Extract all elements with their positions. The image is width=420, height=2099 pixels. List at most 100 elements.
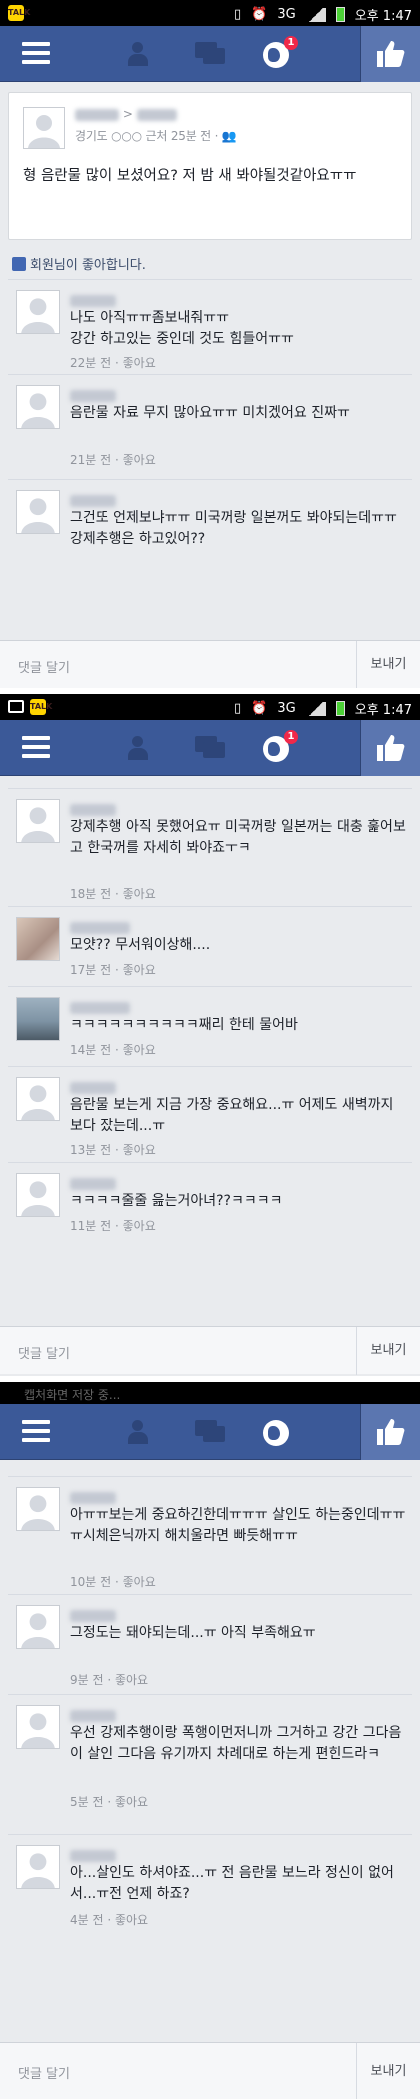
commenter-avatar[interactable] bbox=[16, 1605, 60, 1649]
menu-icon[interactable] bbox=[22, 736, 50, 758]
status-bar: TALK ▯ ⏰ 3G 오후 1:47 bbox=[0, 694, 420, 720]
notifications-globe-icon[interactable] bbox=[263, 1420, 289, 1446]
comment-item: 나도 아직ㅠㅠ좀보내줘ㅠㅠ 강간 하고있는 중인데 것도 힘들어ㅠㅠ 22분 전… bbox=[8, 279, 412, 374]
commenter-avatar[interactable] bbox=[16, 1487, 60, 1531]
network-label: 3G bbox=[277, 701, 296, 716]
comment-time[interactable]: 21분 전 · 좋아요 bbox=[70, 451, 156, 468]
friend-requests-icon[interactable] bbox=[128, 42, 160, 66]
comment-time[interactable]: 18분 전 · 좋아요 bbox=[70, 885, 156, 902]
send-button[interactable]: 보내기 bbox=[356, 1327, 420, 1375]
comment-composer: 댓글 달기 보내기 bbox=[0, 2042, 420, 2099]
messages-icon[interactable] bbox=[195, 1420, 227, 1444]
send-button[interactable]: 보내기 bbox=[356, 2043, 420, 2099]
commenter-name[interactable] bbox=[70, 290, 116, 307]
screenshot-2: TALK ▯ ⏰ 3G 오후 1:47 1 강제추행 아직 못했어요ㅠ 미국꺼랑… bbox=[0, 694, 420, 1376]
comment-item: ㅋㅋㅋㅋㅋㅋㅋㅋㅋㅋ째리 한테 물어바 14분 전 · 좋아요 bbox=[8, 986, 412, 1066]
kakaotalk-icon: TALK bbox=[8, 5, 30, 21]
commenter-name[interactable] bbox=[70, 1173, 116, 1190]
status-bar: TALK ▯ ⏰ 3G 오후 1:47 bbox=[0, 0, 420, 26]
commenter-avatar[interactable] bbox=[16, 997, 60, 1041]
post-meta: 경기도 ○○○ 근처 25분 전 · 👥 bbox=[75, 129, 237, 143]
comment-time[interactable]: 4분 전 · 좋아요 bbox=[70, 1911, 148, 1928]
alarm-icon: ⏰ bbox=[251, 7, 268, 22]
audience-icon: 👥 bbox=[221, 129, 237, 143]
likes-summary[interactable]: 회원님이 좋아합니다. bbox=[0, 240, 420, 279]
signal-icon bbox=[305, 7, 326, 22]
comment-text: 나도 아직ㅠㅠ좀보내줘ㅠㅠ 강간 하고있는 중인데 것도 힘들어ㅠㅠ bbox=[70, 310, 294, 347]
commenter-avatar[interactable] bbox=[16, 490, 60, 534]
comment-time[interactable]: 10분 전 · 좋아요 bbox=[70, 1573, 156, 1590]
commenter-avatar[interactable] bbox=[16, 385, 60, 429]
friend-requests-icon[interactable] bbox=[128, 1420, 160, 1444]
battery-icon bbox=[335, 701, 345, 716]
commenter-avatar[interactable] bbox=[16, 1705, 60, 1749]
comment-input[interactable]: 댓글 달기 bbox=[18, 1343, 70, 1362]
comment-time[interactable]: 5분 전 · 좋아요 bbox=[70, 1793, 148, 1810]
like-button[interactable] bbox=[360, 1404, 420, 1460]
comment-item: 아...살인도 하셔야죠...ㅠ 전 음란물 보느라 정신이 없어서...ㅠ전 … bbox=[8, 1834, 412, 1944]
commenter-name[interactable] bbox=[70, 1077, 116, 1094]
messages-icon[interactable] bbox=[195, 736, 227, 760]
commenter-name[interactable] bbox=[70, 490, 116, 507]
comment-time[interactable]: 22분 전 · 좋아요 bbox=[70, 354, 156, 371]
like-button[interactable] bbox=[360, 26, 420, 82]
clock: 오후 1:47 bbox=[354, 9, 412, 24]
comment-item: 강제추행 아직 못했어요ㅠ 미국꺼랑 일본꺼는 대충 훑어보고 한국꺼를 자세히… bbox=[8, 788, 412, 906]
commenter-name[interactable] bbox=[70, 385, 116, 402]
commenter-avatar[interactable] bbox=[16, 799, 60, 843]
commenter-name[interactable] bbox=[70, 1605, 116, 1622]
image-notification-icon bbox=[8, 700, 24, 713]
send-button[interactable]: 보내기 bbox=[356, 641, 420, 688]
like-button[interactable] bbox=[360, 720, 420, 776]
comment-time[interactable]: 17분 전 · 좋아요 bbox=[70, 961, 156, 978]
facebook-navbar: 1 bbox=[0, 720, 420, 776]
commenter-name[interactable] bbox=[70, 799, 116, 816]
comment-input[interactable]: 댓글 달기 bbox=[18, 2063, 70, 2082]
comment-time[interactable]: 11분 전 · 좋아요 bbox=[70, 1217, 156, 1234]
capture-notification: 캡처화면 저장 중... bbox=[0, 1382, 420, 1404]
commenter-name[interactable] bbox=[70, 1705, 116, 1722]
author-avatar[interactable] bbox=[23, 107, 65, 149]
comment-input[interactable]: 댓글 달기 bbox=[18, 657, 70, 676]
commenter-name[interactable] bbox=[70, 917, 130, 934]
commenter-avatar[interactable] bbox=[16, 917, 60, 961]
vibrate-icon: ▯ bbox=[234, 701, 242, 716]
comment-item: 그정도는 돼야되는데...ㅠ 아직 부족해요ㅠ 9분 전 · 좋아요 bbox=[8, 1594, 412, 1694]
comment-composer: 댓글 달기 보내기 bbox=[0, 1326, 420, 1375]
comment-time[interactable]: 9분 전 · 좋아요 bbox=[70, 1671, 148, 1688]
comment-time[interactable]: 13분 전 · 좋아요 bbox=[70, 1141, 156, 1158]
facebook-navbar: 1 bbox=[0, 26, 420, 82]
messages-icon[interactable] bbox=[195, 42, 227, 66]
commenter-name[interactable] bbox=[70, 1487, 116, 1504]
post-author[interactable]: > bbox=[75, 107, 177, 121]
commenter-avatar[interactable] bbox=[16, 1173, 60, 1217]
comment-item: ㅋㅋㅋㅋ줄줄 읊는거아녀??ㅋㅋㅋㅋ 11분 전 · 좋아요 bbox=[8, 1162, 412, 1242]
thumbs-up-icon bbox=[377, 735, 405, 761]
comment-text: 그정도는 돼야되는데...ㅠ 아직 부족해요ㅠ bbox=[70, 1625, 316, 1641]
commenter-avatar[interactable] bbox=[16, 1845, 60, 1889]
comment-text: 그건또 언제보냐ㅠㅠ 미국꺼랑 일본꺼도 봐야되는데ㅠㅠ 강제추행은 하고있어?… bbox=[70, 510, 397, 547]
commenter-name[interactable] bbox=[70, 1845, 116, 1862]
menu-icon[interactable] bbox=[22, 42, 50, 64]
friend-requests-icon[interactable] bbox=[128, 736, 160, 760]
comment-item: 모얏?? 무서워이상해.... 17분 전 · 좋아요 bbox=[8, 906, 412, 986]
comment-text: 음란물 보는게 지금 가장 중요해요...ㅠ 어제도 새벽까지 보다 잤는데..… bbox=[70, 1097, 394, 1134]
commenter-avatar[interactable] bbox=[16, 290, 60, 334]
comment-composer: 댓글 달기 보내기 bbox=[0, 640, 420, 688]
comment-text: 우선 강제추행이랑 폭행이먼저니까 그거하고 강간 그다음이 살인 그다음 유기… bbox=[70, 1725, 402, 1762]
notification-badge: 1 bbox=[284, 730, 298, 744]
commenter-avatar[interactable] bbox=[16, 1077, 60, 1121]
like-thumb-icon bbox=[12, 257, 26, 271]
battery-icon bbox=[335, 7, 345, 22]
screenshot-1: TALK ▯ ⏰ 3G 오후 1:47 1 > 경기도 ○○○ 근처 25분 전… bbox=[0, 0, 420, 688]
commenter-name[interactable] bbox=[70, 997, 130, 1014]
facebook-navbar bbox=[0, 1404, 420, 1460]
network-label: 3G bbox=[277, 7, 296, 22]
menu-icon[interactable] bbox=[22, 1420, 50, 1442]
comment-time[interactable]: 14분 전 · 좋아요 bbox=[70, 1041, 156, 1058]
post-body: 형 음란물 많이 보셨어요? 저 밤 새 봐야될것같아요ㅠㅠ bbox=[23, 168, 357, 184]
comment-item: 음란물 자료 무지 많아요ㅠㅠ 미치겠어요 진짜ㅠ 21분 전 · 좋아요 bbox=[8, 374, 412, 479]
comment-item: 우선 강제추행이랑 폭행이먼저니까 그거하고 강간 그다음이 살인 그다음 유기… bbox=[8, 1694, 412, 1834]
comment-text: 아...살인도 하셔야죠...ㅠ 전 음란물 보느라 정신이 없어서...ㅠ전 … bbox=[70, 1865, 394, 1902]
notification-badge: 1 bbox=[284, 36, 298, 50]
